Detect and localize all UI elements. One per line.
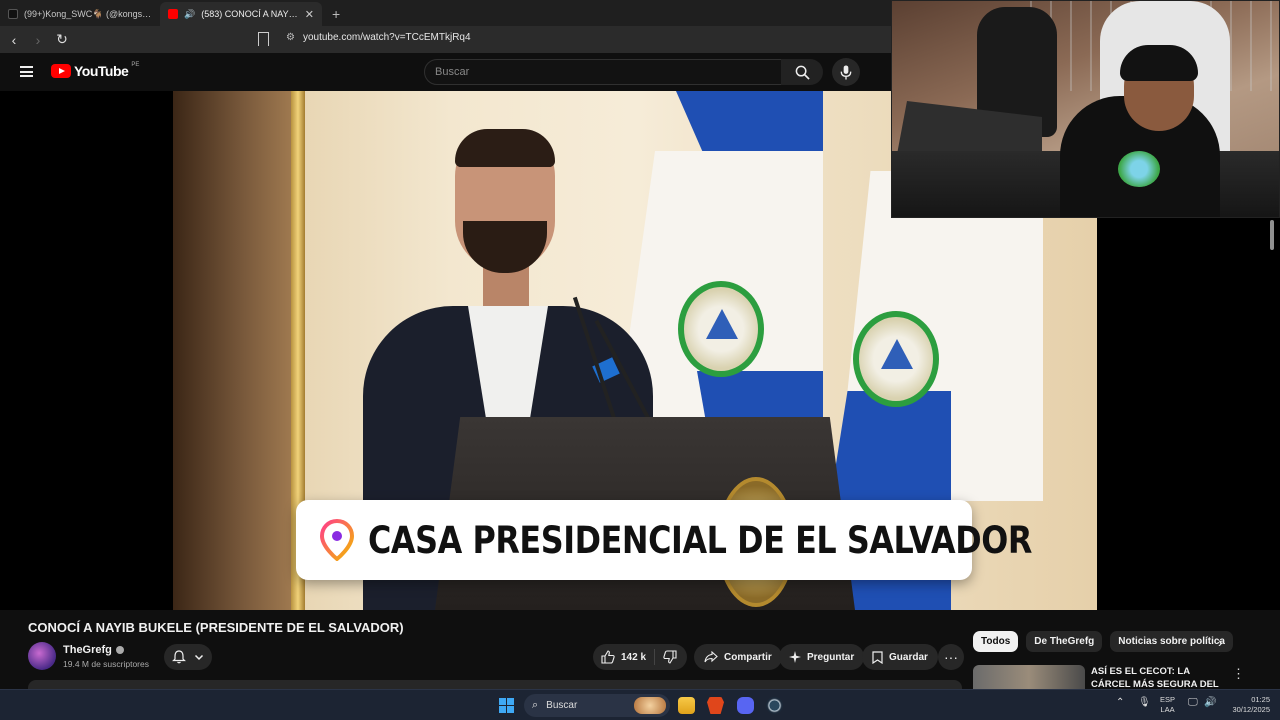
- share-icon: [704, 651, 718, 663]
- share-button[interactable]: Compartir: [694, 644, 782, 670]
- bookmark-save-icon: [872, 650, 883, 664]
- chevron-down-icon: [194, 654, 204, 661]
- ask-button[interactable]: Preguntar: [779, 644, 865, 670]
- coat-of-arms: [678, 281, 764, 377]
- thumbs-up-icon: [601, 650, 615, 664]
- filter-chips: Todos De TheGrefg Noticias sobre polític…: [973, 631, 1233, 652]
- webcam-overlay: [891, 0, 1280, 218]
- youtube-logo[interactable]: YouTube PE: [51, 62, 140, 79]
- new-tab-button[interactable]: +: [322, 6, 350, 26]
- chip-noticias-politica[interactable]: Noticias sobre política: [1110, 631, 1233, 652]
- ask-label: Preguntar: [807, 651, 855, 663]
- location-pin-icon: [320, 519, 354, 561]
- youtube-favicon-icon: [168, 9, 178, 19]
- chevron-up-icon[interactable]: ⌃: [1116, 697, 1124, 708]
- speaker-icon[interactable]: 🔊: [184, 9, 195, 20]
- subscriber-count: 19.4 M de suscriptores: [63, 659, 149, 669]
- forward-icon[interactable]: ›: [28, 32, 48, 48]
- microphone-tray-icon[interactable]: 🎙: [1138, 697, 1151, 708]
- site-info-icon[interactable]: ⚙: [286, 32, 295, 43]
- url-text: youtube.com/watch?v=TCcEMTkjRq4: [302, 32, 471, 43]
- curtain: [173, 91, 293, 610]
- voice-search-button[interactable]: [832, 58, 860, 86]
- search-highlight-icon: [634, 697, 666, 714]
- input-language[interactable]: ESP LAA: [1160, 695, 1175, 715]
- location-caption: CASA PRESIDENCIAL DE EL SALVADOR: [296, 500, 1032, 580]
- discord-icon[interactable]: [737, 697, 754, 714]
- bookmark-icon[interactable]: [258, 32, 269, 46]
- like-count: 142 k: [621, 651, 647, 663]
- reload-icon[interactable]: ↻: [52, 31, 72, 48]
- caption-text: CASA PRESIDENCIAL DE EL SALVADOR: [368, 518, 1032, 562]
- network-icon[interactable]: 🖵: [1188, 697, 1198, 708]
- video-title: CONOCÍ A NAYIB BUKELE (PRESIDENTE DE EL …: [28, 620, 404, 635]
- chevron-right-icon[interactable]: ›: [1218, 634, 1223, 650]
- back-icon[interactable]: ‹: [4, 32, 24, 48]
- search-icon: ⌕: [532, 699, 539, 711]
- coat-of-arms: [853, 311, 939, 407]
- more-actions-button[interactable]: ···: [938, 644, 964, 670]
- browser-tab-1[interactable]: (99+)Kong_SWC🐐 (@kongstreetwo: [0, 2, 160, 26]
- recommended-thumbnail[interactable]: [973, 665, 1085, 690]
- microphone-icon: [840, 64, 852, 80]
- dislike-button[interactable]: [655, 650, 685, 664]
- like-button[interactable]: 142 k: [593, 649, 656, 665]
- taskbar-search[interactable]: ⌕ Buscar: [524, 694, 670, 717]
- clock-time: 01:25: [1251, 695, 1270, 704]
- windows-start-icon[interactable]: [499, 698, 514, 713]
- tab-label: (99+)Kong_SWC🐐 (@kongstreetwo: [24, 8, 152, 19]
- taskbar-search-label: Buscar: [546, 700, 578, 711]
- chip-todos[interactable]: Todos: [973, 631, 1019, 652]
- url-field[interactable]: ⚙ youtube.com/watch?v=TCcEMTkjRq4: [286, 32, 471, 43]
- sparkle-icon: [789, 651, 801, 663]
- tab-close-icon[interactable]: ✕: [305, 8, 314, 21]
- browser-tab-2-active[interactable]: 🔊 (583) CONOCÍ A NAYIB BUKELE ✕: [160, 2, 322, 26]
- search-button[interactable]: [781, 59, 823, 85]
- steam-icon[interactable]: [766, 697, 783, 714]
- verified-icon: [115, 646, 124, 654]
- share-label: Compartir: [724, 651, 772, 663]
- channel-name[interactable]: TheGrefg: [63, 644, 124, 656]
- clock-date: 30/12/2025: [1232, 705, 1270, 714]
- chip-de-thegrefg[interactable]: De TheGrefg: [1026, 631, 1103, 652]
- like-dislike-group: 142 k: [593, 644, 687, 670]
- channel-name-text: TheGrefg: [63, 644, 112, 656]
- logo-text: YouTube: [74, 63, 129, 79]
- channel-avatar[interactable]: [28, 642, 56, 670]
- kebab-menu-icon[interactable]: ⋮: [1232, 666, 1245, 682]
- menu-icon[interactable]: [20, 66, 33, 77]
- search-input[interactable]: [435, 66, 781, 78]
- tab-label: (583) CONOCÍ A NAYIB BUKELE: [201, 9, 299, 19]
- tiktok-icon: [8, 9, 18, 19]
- youtube-play-icon: [51, 64, 71, 78]
- subscription-bell-button[interactable]: [164, 644, 212, 670]
- page-scrollbar[interactable]: [1268, 218, 1276, 252]
- windows-taskbar: ⌕ Buscar ⌃ 🎙 ESP LAA 🖵 🔊 01:25 30/12/202…: [0, 689, 1280, 720]
- thumbs-down-icon: [663, 650, 677, 664]
- brave-browser-icon[interactable]: [707, 697, 724, 714]
- search-box[interactable]: [424, 59, 782, 85]
- bell-icon: [172, 650, 186, 664]
- file-explorer-icon[interactable]: [678, 697, 695, 714]
- system-clock[interactable]: 01:25 30/12/2025: [1224, 695, 1270, 715]
- lang-code: ESP: [1160, 695, 1176, 704]
- recommended-title[interactable]: ASÍ ES EL CECOT: LA CÁRCEL MÁS SEGURA DE…: [1091, 665, 1221, 690]
- save-label: Guardar: [889, 651, 928, 663]
- save-button[interactable]: Guardar: [862, 644, 938, 670]
- search-icon: [795, 65, 810, 80]
- country-code: PE: [131, 62, 140, 68]
- volume-icon[interactable]: 🔊: [1204, 697, 1216, 708]
- lang-layout: LAA: [1160, 705, 1175, 714]
